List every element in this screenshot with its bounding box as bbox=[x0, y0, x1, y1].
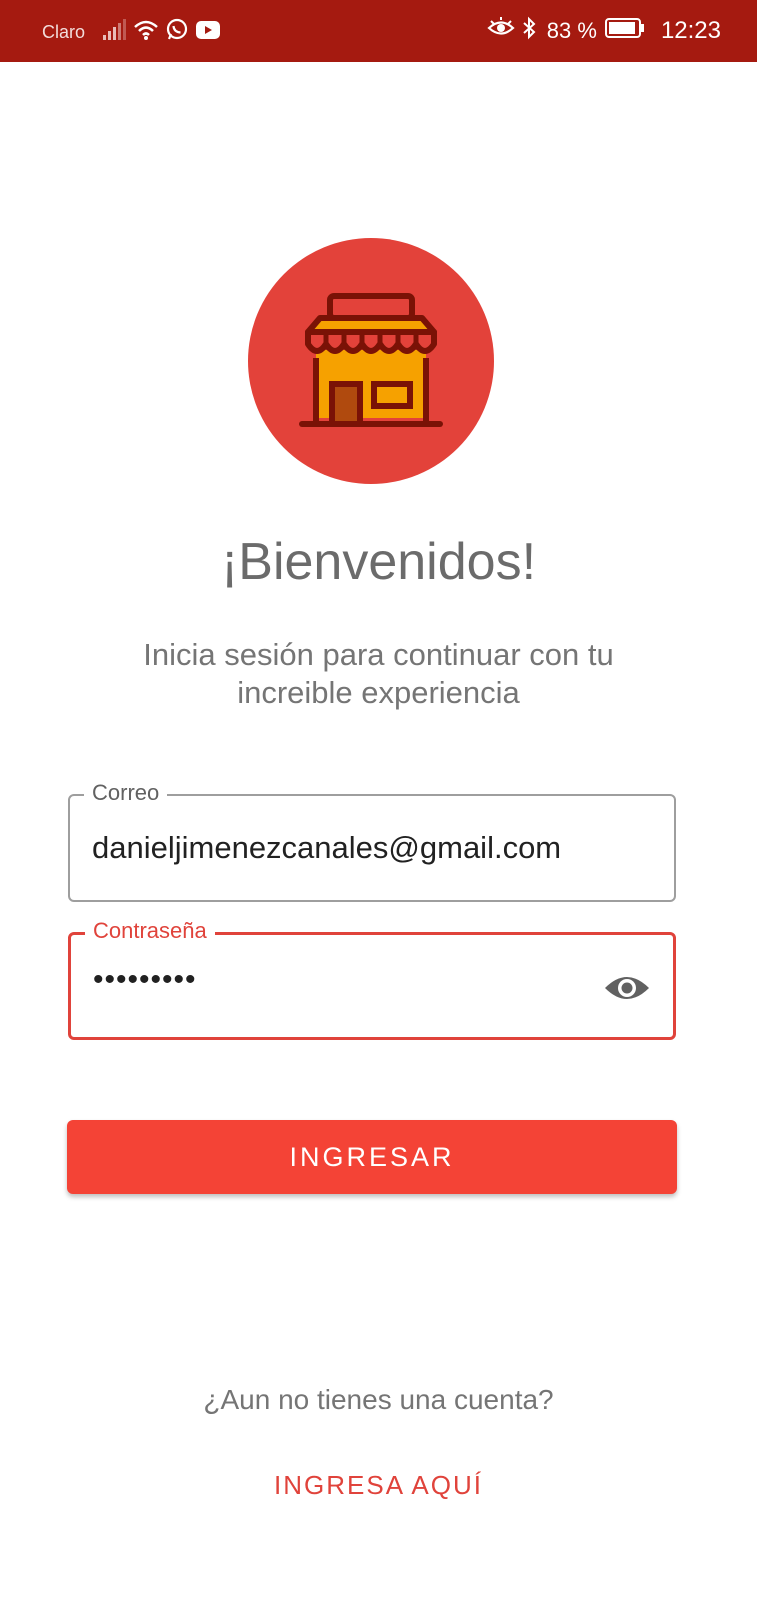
signal-icon bbox=[103, 19, 127, 46]
status-bar-left: Claro bbox=[42, 18, 227, 47]
wifi-icon bbox=[133, 19, 159, 46]
email-input[interactable]: danieljimenezcanales@gmail.com bbox=[92, 830, 561, 866]
eye-icon bbox=[605, 977, 649, 999]
register-link[interactable]: INGRESA AQUÍ bbox=[0, 1470, 757, 1501]
status-bar-right: 83 % 12:23 bbox=[487, 16, 721, 45]
clock: 12:23 bbox=[660, 16, 721, 44]
email-field[interactable]: Correo danieljimenezcanales@gmail.com bbox=[68, 780, 676, 902]
password-input[interactable]: ••••••••• bbox=[93, 963, 197, 997]
welcome-subtitle: Inicia sesión para continuar con tu incr… bbox=[143, 637, 614, 710]
login-button[interactable]: INGRESAR bbox=[67, 1120, 677, 1194]
battery-percentage: 83 % bbox=[546, 17, 597, 43]
store-icon bbox=[299, 293, 443, 427]
password-field[interactable]: Contraseña ••••••••• bbox=[68, 918, 676, 1040]
youtube-icon bbox=[195, 20, 221, 45]
show-password-toggle[interactable] bbox=[603, 968, 651, 1008]
whatsapp-icon bbox=[165, 18, 189, 47]
no-account-question: ¿Aun no tienes una cuenta? bbox=[203, 1384, 554, 1415]
eye-comfort-icon bbox=[487, 17, 515, 44]
status-bar: Claro 83 % 12:23 bbox=[0, 0, 757, 62]
email-label: Correo bbox=[84, 780, 168, 806]
bluetooth-icon bbox=[521, 16, 537, 45]
store-logo bbox=[248, 238, 494, 484]
carrier-name: Claro bbox=[42, 22, 86, 42]
password-label: Contraseña bbox=[85, 918, 215, 944]
welcome-title: ¡Bienvenidos! bbox=[220, 533, 537, 591]
battery-icon bbox=[604, 17, 645, 44]
